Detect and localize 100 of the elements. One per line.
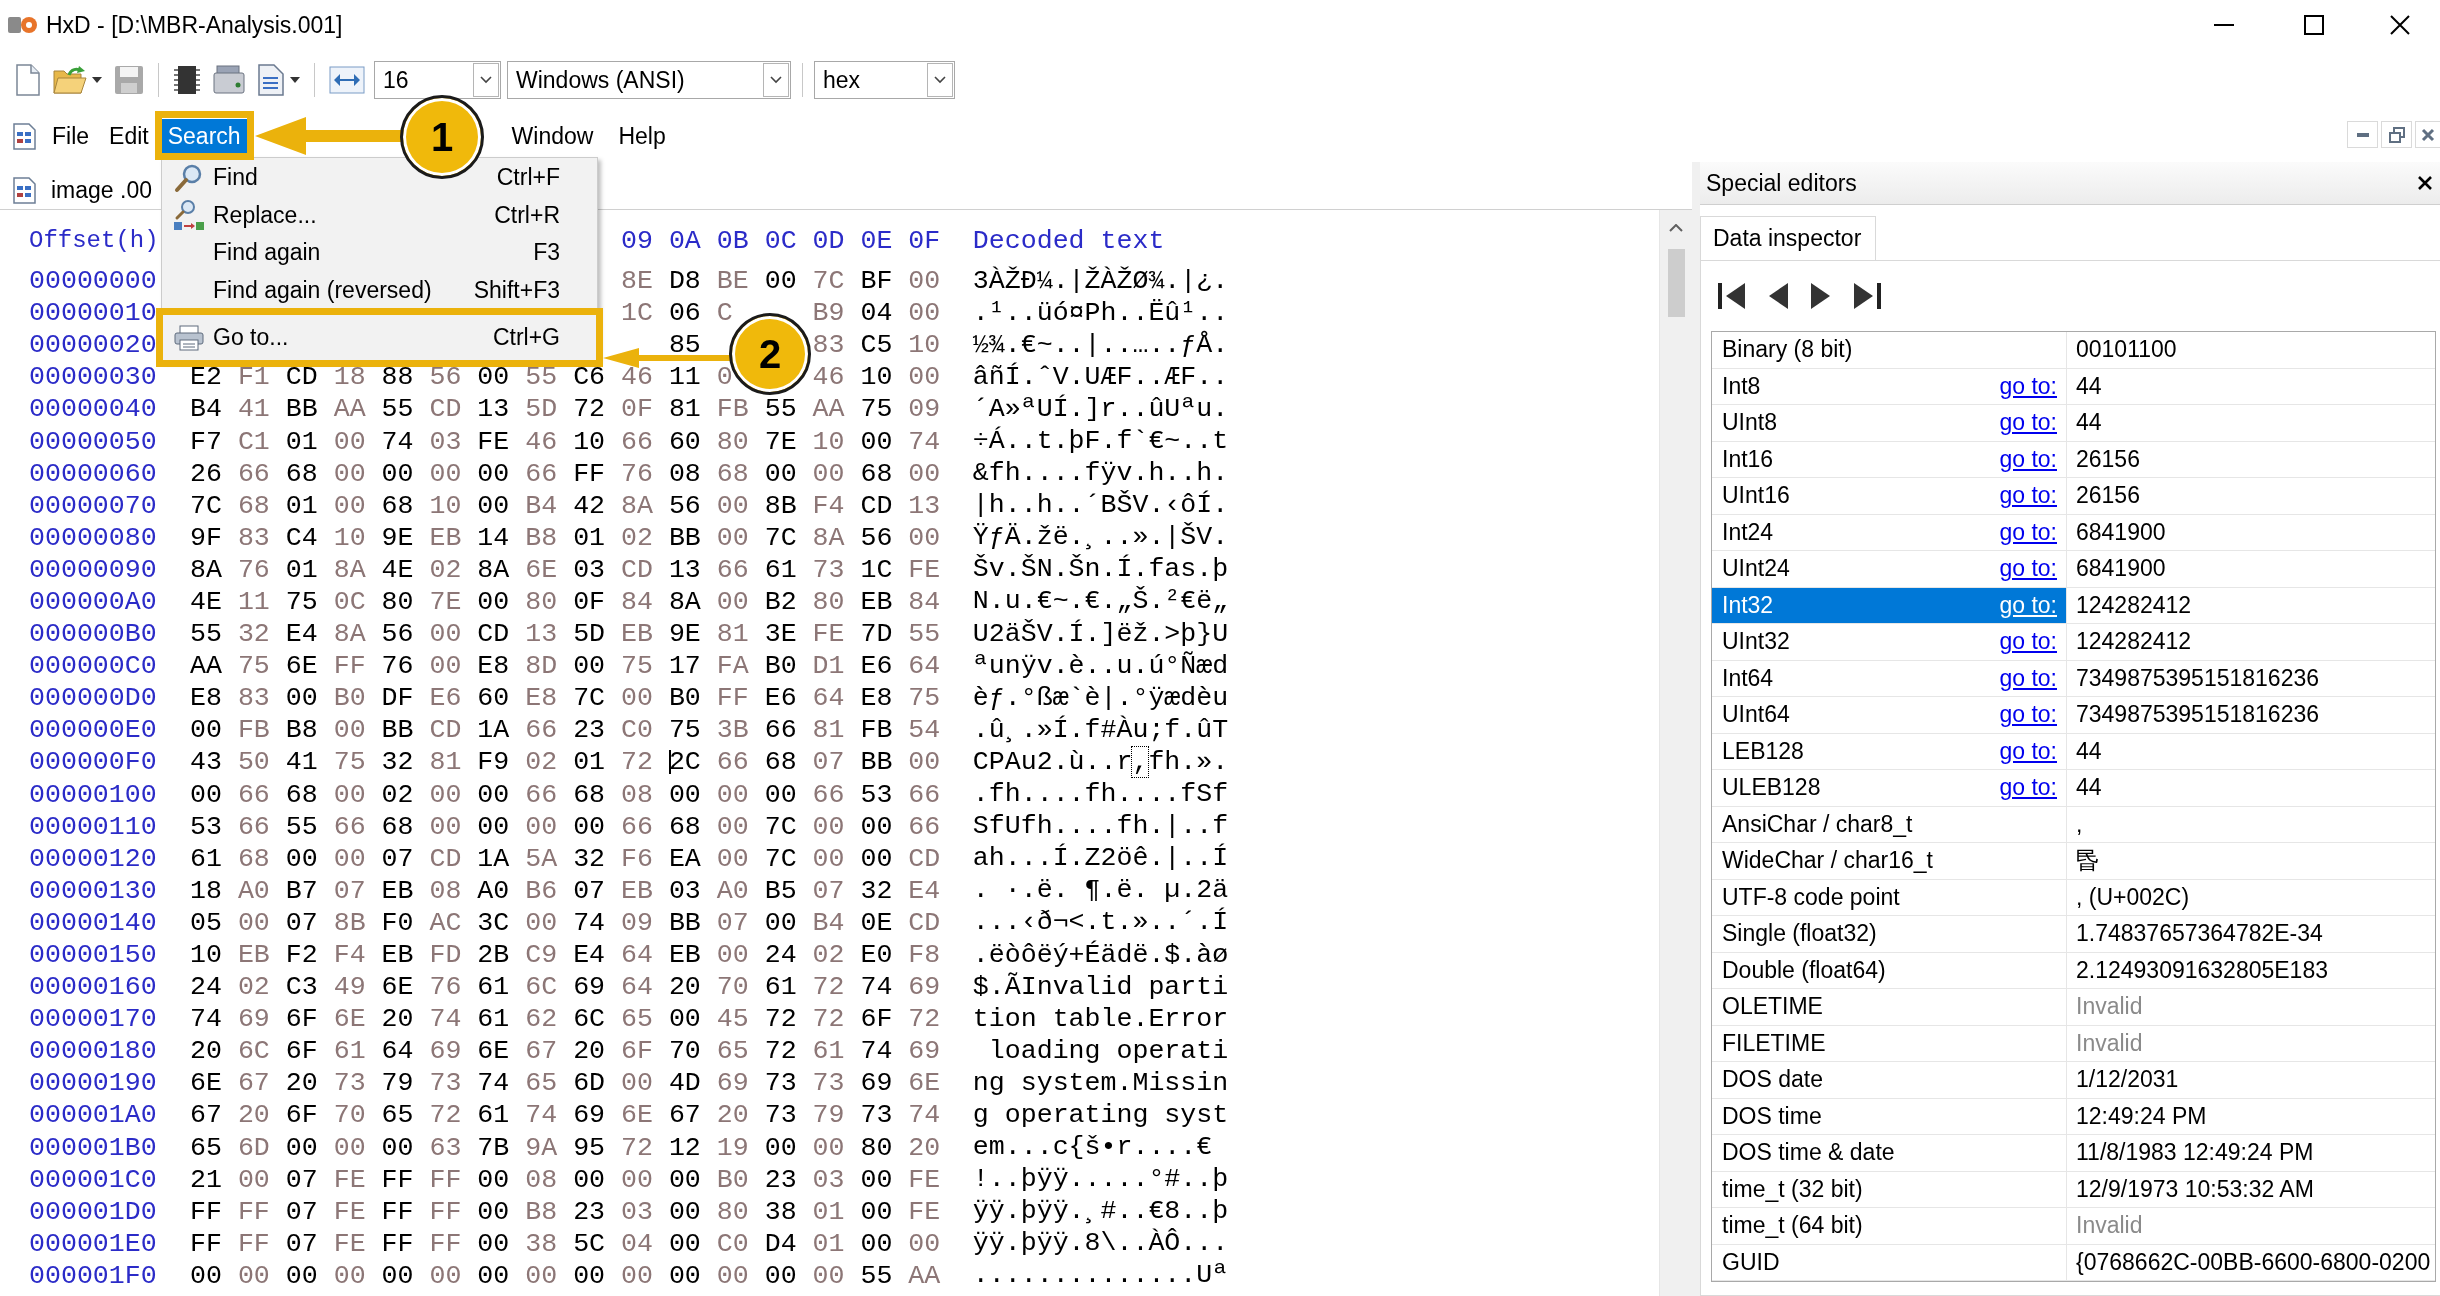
hex-byte: 41 <box>237 399 270 420</box>
scrollbar-thumb[interactable] <box>1667 249 1685 317</box>
skip-to-start-icon[interactable] <box>1718 282 1745 310</box>
hex-byte: C0 <box>621 720 653 741</box>
inspector-name-cell[interactable]: DOS date <box>1712 1062 2067 1098</box>
inspector-label: AnsiChar / char8_t <box>1722 810 1913 838</box>
hex-byte: EB <box>381 880 414 901</box>
hex-byte: 00 <box>477 1265 510 1286</box>
inspector-name-cell[interactable]: GUID <box>1712 1244 2067 1280</box>
hex-byte: 20 <box>237 1105 270 1126</box>
hex-byte: 19 <box>716 1137 749 1158</box>
go-to-link[interactable]: go to: <box>1999 409 2057 437</box>
hex-byte: 8A <box>621 495 653 516</box>
hex-byte: 72 <box>621 752 653 773</box>
hex-byte: 64 <box>621 945 653 965</box>
combo-box[interactable]: hex <box>814 61 955 99</box>
hex-byte: 61 <box>477 1105 510 1126</box>
close-icon[interactable] <box>2418 176 2432 190</box>
hex-byte: 07 <box>812 752 845 773</box>
inspector-name-cell[interactable]: time_t (32 bit) <box>1712 1171 2067 1207</box>
hex-byte: 61 <box>764 559 797 580</box>
go-to-link[interactable]: go to: <box>1999 737 2057 765</box>
inspector-name-cell[interactable]: Int16 go to: <box>1712 441 2067 477</box>
restore-button[interactable] <box>2381 121 2412 148</box>
inspector-name-cell[interactable]: DOS time <box>1712 1098 2067 1134</box>
inspector-name-cell[interactable]: FILETIME <box>1712 1025 2067 1061</box>
menu-item[interactable]: Help <box>612 118 672 154</box>
hex-byte: 23 <box>573 1201 606 1222</box>
scrollbar-track[interactable] <box>1659 210 1692 1296</box>
hex-byte: 10 <box>333 527 366 548</box>
go-to-link[interactable]: go to: <box>1999 372 2057 400</box>
combo-box[interactable]: Windows (ANSI) <box>507 61 791 99</box>
hex-byte: 6F <box>285 1009 318 1030</box>
inspector-name-cell[interactable]: UInt24 go to: <box>1712 551 2067 587</box>
hex-byte: 1A <box>477 720 510 741</box>
inspector-name-cell[interactable]: UInt16 go to: <box>1712 478 2067 514</box>
menu-item[interactable]: Window <box>505 118 600 154</box>
hex-byte: 61 <box>477 977 510 998</box>
hex-byte: C3 <box>285 977 318 998</box>
offset-label: 00000010 <box>29 303 157 324</box>
go-to-link[interactable]: go to: <box>1999 555 2057 583</box>
next-icon[interactable] <box>1811 282 1831 310</box>
menu-entry[interactable]: Find again F3 <box>164 234 595 272</box>
go-to-link[interactable]: go to: <box>1999 664 2057 692</box>
menu-item[interactable]: Search <box>161 118 247 154</box>
inspector-name-cell[interactable]: Double (float64) <box>1712 952 2067 988</box>
go-to-link[interactable]: go to: <box>1999 445 2057 473</box>
hex-byte: B0 <box>716 1169 749 1190</box>
inspector-name-cell[interactable]: Int24 go to: <box>1712 514 2067 550</box>
menu-item[interactable]: Edit <box>103 118 155 154</box>
inspector-name-cell[interactable]: ULEB128 go to: <box>1712 770 2067 806</box>
inspector-name-cell[interactable]: WideChar / char16_t <box>1712 843 2067 879</box>
hex-byte: 04 <box>860 303 893 324</box>
tab[interactable]: Data inspector <box>1700 216 1877 260</box>
inspector-name-cell[interactable]: Single (float32) <box>1712 916 2067 952</box>
hex-byte: 64 <box>908 656 941 677</box>
hex-byte: 01 <box>285 495 318 516</box>
hex-byte: 00 <box>285 1265 318 1286</box>
hex-byte: 00 <box>716 1265 749 1286</box>
go-to-link[interactable]: go to: <box>1999 482 2057 510</box>
inspector-name-cell[interactable]: DOS time & date <box>1712 1135 2067 1171</box>
inspector-name-cell[interactable]: Binary (8 bit) <box>1712 332 2067 368</box>
inspector-name-cell[interactable]: OLETIME <box>1712 989 2067 1025</box>
skip-to-end-icon[interactable] <box>1854 282 1881 310</box>
hex-byte: 66 <box>525 784 558 805</box>
previous-icon[interactable] <box>1768 282 1788 310</box>
inspector-name-cell[interactable]: time_t (64 bit) <box>1712 1208 2067 1244</box>
inspector-label: ULEB128 <box>1722 774 1821 802</box>
hex-byte: 75 <box>333 752 366 773</box>
inspector-name-cell[interactable]: LEB128 go to: <box>1712 733 2067 769</box>
hex-byte: 72 <box>429 1105 462 1126</box>
inspector-name-cell[interactable]: AnsiChar / char8_t <box>1712 806 2067 842</box>
hex-byte: 38 <box>525 1233 558 1254</box>
menu-entry[interactable]: Replace... Ctrl+R <box>164 196 595 234</box>
go-to-link[interactable]: go to: <box>1999 774 2057 802</box>
inspector-value: Invalid <box>2075 1211 2144 1241</box>
combo-box[interactable]: 16 <box>374 61 501 99</box>
hex-byte: 81 <box>812 720 845 741</box>
hex-byte: 08 <box>668 463 701 484</box>
menu-entry[interactable]: Go to... Ctrl+G <box>164 316 595 359</box>
inspector-name-cell[interactable]: Int32 go to: <box>1712 587 2067 623</box>
menu-item[interactable]: File <box>46 118 96 154</box>
go-to-link[interactable]: go to: <box>1999 628 2057 656</box>
minimize-button[interactable] <box>2347 121 2378 148</box>
inspector-name-cell[interactable]: Int64 go to: <box>1712 660 2067 696</box>
hex-byte: FE <box>908 1169 941 1190</box>
go-to-link[interactable]: go to: <box>1999 701 2057 729</box>
go-to-link[interactable]: go to: <box>1999 518 2057 546</box>
hex-byte: 8A <box>812 527 845 548</box>
inspector-name-cell[interactable]: UInt64 go to: <box>1712 697 2067 733</box>
inspector-name-cell[interactable]: Int8 go to: <box>1712 368 2067 404</box>
inspector-name-cell[interactable]: UTF-8 code point <box>1712 879 2067 915</box>
hex-byte: AA <box>333 399 366 420</box>
menu-entry[interactable]: Find again (reversed) Shift+F3 <box>164 271 595 309</box>
document-tab[interactable]: image .00 <box>11 171 152 209</box>
go-to-link[interactable]: go to: <box>1999 591 2057 619</box>
inspector-name-cell[interactable]: UInt32 go to: <box>1712 624 2067 660</box>
hex-byte: CD <box>908 848 941 869</box>
document-icon[interactable] <box>11 122 38 150</box>
inspector-name-cell[interactable]: UInt8 go to: <box>1712 405 2067 441</box>
